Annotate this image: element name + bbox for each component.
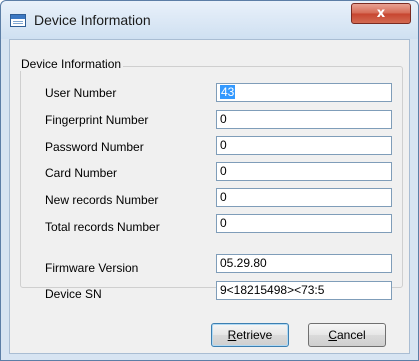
new-records-number-label: New records Number [45,193,159,207]
device-sn-field[interactable]: 9<18215498><73:5 [216,281,392,300]
cancel-label: ancel [336,328,366,342]
firmware-version-field[interactable]: 05.29.80 [216,254,392,273]
user-number-label: User Number [45,86,117,100]
password-number-field[interactable]: 0 [216,136,392,155]
fingerprint-number-field[interactable]: 0 [216,110,392,129]
card-number-label: Card Number [45,166,118,180]
cancel-button[interactable]: Cancel [308,323,386,347]
retrieve-accelerator: R [227,328,237,342]
dialog-window: Device Information x Device Information … [0,0,419,361]
group-title: Device Information [19,57,124,71]
total-records-number-label: Total records Number [45,220,160,234]
app-window-icon [10,14,26,27]
dialog-client-area: Device Information User Number 43 Finger… [9,39,410,354]
new-records-number-field[interactable]: 0 [216,188,392,207]
retrieve-label: etrieve [236,328,273,342]
cancel-accelerator: C [328,328,337,342]
total-records-number-field[interactable]: 0 [216,214,392,233]
user-number-field[interactable]: 43 [216,83,392,102]
close-button[interactable]: x [351,3,411,24]
fingerprint-number-label: Fingerprint Number [45,113,149,127]
user-number-value: 43 [220,85,236,99]
title-bar[interactable]: Device Information x [1,1,418,39]
window-title: Device Information [34,12,151,28]
retrieve-button[interactable]: Retrieve [211,323,289,347]
password-number-label: Password Number [45,140,144,154]
firmware-version-label: Firmware Version [45,261,139,275]
card-number-field[interactable]: 0 [216,162,392,181]
device-sn-label: Device SN [45,287,102,301]
